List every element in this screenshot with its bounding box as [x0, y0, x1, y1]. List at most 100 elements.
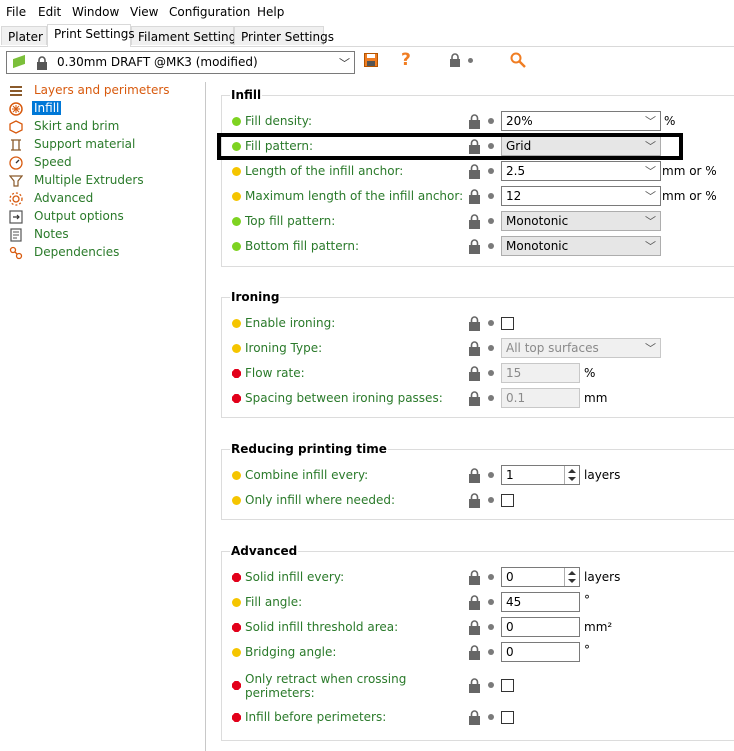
bottom-fill-pattern-select[interactable]: Monotonic ﹀: [501, 236, 661, 256]
combine-infill-spinner[interactable]: 1: [501, 465, 580, 485]
bridging-angle-input[interactable]: 0: [501, 642, 580, 662]
fill-angle-input[interactable]: 45: [501, 592, 580, 612]
lock-icon[interactable]: [468, 710, 481, 725]
reducing-group-title: Reducing printing time: [230, 442, 388, 456]
preset-toolbar: 0.30mm DRAFT @MK3 (modified) ﹀ ?: [0, 46, 734, 82]
lock-icon[interactable]: [468, 620, 481, 635]
menu-bar: File Edit Window View Configuration Help: [0, 0, 734, 24]
only-infill-needed-row: Only infill where needed:: [232, 490, 732, 510]
reset-dot-icon[interactable]: [488, 345, 494, 351]
only-retract-checkbox[interactable]: [501, 679, 514, 692]
infill-before-perimeters-row: Infill before perimeters:: [232, 707, 732, 727]
reset-dot-icon[interactable]: [488, 599, 494, 605]
tab-plater[interactable]: Plater: [1, 26, 47, 45]
top-fill-pattern-label: Top fill pattern:: [245, 214, 336, 228]
chevron-down-icon: ﹀: [645, 165, 656, 178]
search-icon[interactable]: [510, 52, 526, 68]
reset-dot-icon[interactable]: [488, 168, 494, 174]
reset-dot-icon[interactable]: [488, 574, 494, 580]
chevron-down-icon: ﹀: [645, 115, 656, 128]
reset-dot-icon[interactable]: [488, 320, 494, 326]
lock-icon[interactable]: [468, 678, 481, 693]
ironing-spacing-input[interactable]: 0.1: [501, 388, 580, 408]
advanced-mode-dot: [232, 319, 241, 328]
combine-infill-row: Combine infill every: 1 layers: [232, 465, 732, 485]
top-fill-pattern-select[interactable]: Monotonic ﹀: [501, 211, 661, 231]
reset-dot-icon[interactable]: [488, 649, 494, 655]
infill-group-title: Infill: [230, 88, 263, 102]
solid-infill-every-spinner[interactable]: 0: [501, 567, 580, 587]
menu-file[interactable]: File: [6, 5, 26, 19]
advanced-mode-dot: [232, 496, 241, 505]
reset-dot-icon[interactable]: [488, 218, 494, 224]
expert-mode-dot: [232, 394, 241, 403]
reset-dot-icon[interactable]: [488, 624, 494, 630]
lock-icon[interactable]: [468, 366, 481, 381]
fill-density-combo[interactable]: 20% ﹀: [501, 111, 661, 131]
support-icon: [11, 139, 21, 151]
lock-icon[interactable]: [468, 645, 481, 660]
solid-threshold-input[interactable]: 0: [501, 617, 580, 637]
help-icon[interactable]: ?: [401, 50, 411, 70]
lock-icon[interactable]: [468, 391, 481, 406]
reset-dot-icon[interactable]: [488, 395, 494, 401]
solid-infill-every-label: Solid infill every:: [245, 570, 345, 584]
reset-dot-icon[interactable]: [488, 370, 494, 376]
lock-icon: [37, 56, 47, 70]
lock-icon[interactable]: [468, 341, 481, 356]
solid-infill-every-unit: layers: [584, 570, 621, 584]
spin-arrows-icon: [564, 568, 579, 586]
solid-threshold-row: Solid infill threshold area: 0 mm²: [232, 617, 732, 637]
tab-printer-settings[interactable]: Printer Settings: [234, 26, 334, 45]
ironing-spacing-label: Spacing between ironing passes:: [245, 391, 443, 405]
reset-dot-icon[interactable]: [488, 714, 494, 720]
advanced-mode-dot: [232, 344, 241, 353]
infill-anchor-max-unit: mm or %: [662, 189, 717, 203]
infill-anchor-combo[interactable]: 2.5 ﹀: [501, 161, 661, 181]
lock-icon[interactable]: [468, 164, 481, 179]
only-retract-row: Only retract when crossing perimeters:: [232, 672, 732, 700]
lock-icon[interactable]: [468, 189, 481, 204]
lock-icon[interactable]: [468, 493, 481, 508]
preset-selector[interactable]: 0.30mm DRAFT @MK3 (modified) ﹀: [6, 51, 355, 74]
tab-print-settings[interactable]: Print Settings: [47, 24, 135, 47]
ironing-type-label: Ironing Type:: [245, 341, 323, 355]
spin-arrows-icon: [564, 466, 579, 484]
skirt-icon: [9, 120, 23, 134]
reset-dot-icon[interactable]: [488, 682, 494, 688]
ironing-type-select[interactable]: All top surfaces ﹀: [501, 338, 661, 358]
flow-rate-row: Flow rate: 15 %: [232, 363, 732, 383]
menu-window[interactable]: Window: [72, 5, 119, 19]
menu-edit[interactable]: Edit: [38, 5, 61, 19]
reset-dot-icon[interactable]: [488, 193, 494, 199]
infill-before-perimeters-checkbox[interactable]: [501, 711, 514, 724]
menu-view[interactable]: View: [130, 5, 158, 19]
infill-anchor-max-combo[interactable]: 12 ﹀: [501, 186, 661, 206]
enable-ironing-checkbox[interactable]: [501, 317, 514, 330]
lock-icon[interactable]: [468, 214, 481, 229]
lock-icon[interactable]: [468, 570, 481, 585]
lock-icon[interactable]: [468, 239, 481, 254]
reset-dot-icon[interactable]: [488, 243, 494, 249]
only-infill-needed-checkbox[interactable]: [501, 494, 514, 507]
save-icon[interactable]: [364, 53, 378, 67]
reset-dot-icon[interactable]: [488, 472, 494, 478]
flow-rate-input[interactable]: 15: [501, 363, 580, 383]
only-infill-needed-label: Only infill where needed:: [245, 493, 395, 507]
lock-icon[interactable]: [468, 114, 481, 129]
reset-dot-icon[interactable]: [488, 497, 494, 503]
chevron-down-icon: ﹀: [645, 342, 656, 355]
lock-icon[interactable]: [449, 53, 461, 67]
lock-icon[interactable]: [468, 316, 481, 331]
menu-help[interactable]: Help: [257, 5, 284, 19]
tab-filament-settings[interactable]: Filament Settings: [131, 26, 242, 45]
notes-icon: [10, 228, 22, 242]
combine-infill-unit: layers: [584, 468, 621, 482]
advanced-mode-dot: [232, 648, 241, 657]
reset-dot-icon[interactable]: [488, 118, 494, 124]
lock-icon[interactable]: [468, 468, 481, 483]
ironing-group-title: Ironing: [230, 290, 281, 304]
lock-icon[interactable]: [468, 595, 481, 610]
enable-ironing-label: Enable ironing:: [245, 316, 336, 330]
menu-configuration[interactable]: Configuration: [169, 5, 250, 19]
